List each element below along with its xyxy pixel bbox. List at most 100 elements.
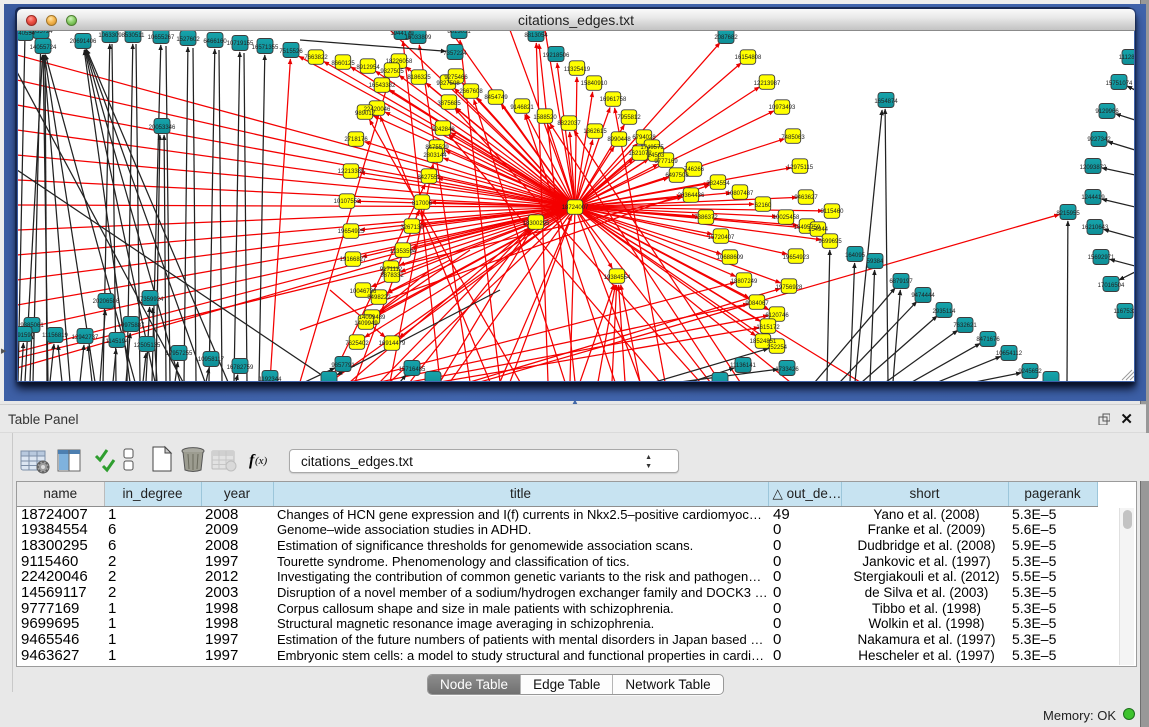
- svg-text:8471676: 8471676: [976, 337, 1000, 343]
- svg-text:9242848: 9242848: [431, 127, 455, 133]
- svg-text:11156819: 11156819: [42, 333, 68, 339]
- svg-text:59384: 59384: [867, 259, 884, 265]
- svg-text:7955812: 7955812: [617, 115, 641, 121]
- svg-text:20206586: 20206586: [93, 299, 120, 305]
- svg-text:9129966: 9129966: [1095, 109, 1119, 115]
- svg-text:(x): (x): [255, 455, 268, 467]
- svg-text:8186325: 8186325: [407, 75, 431, 81]
- svg-text:9275466: 9275466: [444, 75, 468, 81]
- svg-text:2087682: 2087682: [714, 35, 738, 41]
- svg-text:7625402: 7625402: [345, 341, 369, 347]
- svg-text:2055724: 2055724: [29, 31, 53, 35]
- svg-text:2718176: 2718176: [344, 137, 368, 143]
- svg-text:1409949: 1409949: [354, 321, 378, 327]
- svg-text:16782759: 16782759: [227, 365, 254, 371]
- svg-text:8475529: 8475529: [425, 145, 449, 151]
- svg-text:14055724: 14055724: [30, 45, 57, 51]
- svg-text:1192344: 1192344: [259, 377, 283, 381]
- svg-text:11353594: 11353594: [390, 249, 417, 255]
- svg-text:15840910: 15840910: [581, 81, 608, 87]
- svg-text:6120746: 6120746: [765, 313, 789, 319]
- svg-text:6794028: 6794028: [632, 135, 656, 141]
- svg-text:7386372: 7386372: [694, 215, 718, 221]
- svg-text:3875685: 3875685: [437, 101, 461, 107]
- svg-text:9385061: 9385061: [20, 323, 44, 329]
- svg-text:19654923: 19654923: [783, 255, 810, 261]
- svg-text:19218506: 19218506: [543, 53, 570, 59]
- svg-text:7632621: 7632621: [953, 323, 977, 329]
- svg-text:164095: 164095: [845, 253, 866, 259]
- svg-text:15720407: 15720407: [708, 235, 735, 241]
- svg-text:19166827: 19166827: [340, 257, 367, 263]
- svg-text:9857791: 9857791: [331, 363, 355, 369]
- svg-text:12213987: 12213987: [754, 81, 781, 87]
- svg-text:16543382: 16543382: [369, 83, 396, 89]
- svg-text:16961758: 16961758: [600, 97, 627, 103]
- svg-text:18226058: 18226058: [386, 59, 413, 65]
- svg-text:15751074: 15751074: [1106, 81, 1133, 87]
- svg-text:20691406: 20691406: [70, 39, 97, 45]
- svg-text:16210643: 16210643: [1082, 225, 1109, 231]
- svg-text:9463627: 9463627: [794, 195, 818, 201]
- svg-text:18807249: 18807249: [731, 279, 758, 285]
- svg-text:9498222: 9498222: [367, 295, 391, 301]
- svg-text:20053346: 20053346: [149, 125, 176, 131]
- svg-text:10975887: 10975887: [118, 323, 145, 329]
- svg-text:9474444: 9474444: [911, 293, 935, 299]
- svg-text:16571355: 16571355: [252, 45, 279, 51]
- svg-text:1615172: 1615172: [756, 325, 780, 331]
- svg-text:15716485: 15716485: [399, 367, 426, 373]
- svg-text:8878332: 8878332: [380, 273, 404, 279]
- svg-text:10655267: 10655267: [148, 35, 175, 41]
- svg-text:9146821: 9146821: [510, 105, 534, 111]
- svg-text:10973493: 10973493: [769, 105, 796, 111]
- svg-text:10688609: 10688609: [717, 255, 744, 261]
- svg-text:10107552: 10107552: [334, 199, 361, 205]
- svg-text:7485063: 7485063: [781, 135, 805, 141]
- svg-text:62160: 62160: [755, 203, 772, 209]
- svg-text:8215955: 8215955: [1056, 211, 1080, 217]
- svg-text:1063309: 1063309: [98, 33, 122, 39]
- svg-text:2803144: 2803144: [423, 153, 447, 159]
- svg-text:3267130: 3267130: [400, 225, 424, 231]
- svg-text:1733426: 1733426: [775, 367, 799, 373]
- svg-text:9699695: 9699695: [818, 239, 842, 245]
- svg-text:12093872: 12093872: [1080, 165, 1107, 171]
- svg-text:9227342: 9227342: [1087, 137, 1111, 143]
- svg-text:12942737: 12942737: [72, 335, 99, 341]
- svg-text:8454749: 8454749: [484, 95, 508, 101]
- svg-text:18724007: 18724007: [562, 205, 589, 211]
- svg-text:154944: 154944: [808, 227, 829, 233]
- svg-text:8660125: 8660125: [331, 61, 355, 67]
- svg-text:7663822: 7663822: [304, 55, 328, 61]
- svg-text:19654925: 19654925: [338, 229, 365, 235]
- svg-text:16914479: 16914479: [379, 341, 406, 347]
- svg-text:17359924: 17359924: [137, 297, 164, 303]
- svg-text:989012: 989012: [355, 111, 376, 117]
- svg-text:12975115: 12975115: [787, 165, 814, 171]
- svg-text:1588520: 1588520: [533, 115, 557, 121]
- svg-text:1167533: 1167533: [1114, 309, 1134, 315]
- svg-text:11136141: 11136141: [730, 363, 756, 369]
- svg-text:9327508: 9327508: [436, 81, 460, 87]
- svg-text:8427552: 8427552: [417, 175, 441, 181]
- svg-text:3824554: 3824554: [706, 181, 730, 187]
- svg-text:12213389: 12213389: [338, 169, 365, 175]
- svg-text:16033809: 16033809: [405, 35, 432, 41]
- svg-text:1527602: 1527602: [176, 37, 200, 43]
- svg-text:9327505: 9327505: [380, 69, 404, 75]
- svg-text:20364436: 20364436: [678, 193, 705, 199]
- svg-text:8990448: 8990448: [607, 137, 631, 143]
- svg-text:8813051: 8813051: [447, 31, 471, 35]
- svg-text:391590: 391590: [18, 333, 35, 339]
- svg-text:252254: 252254: [767, 345, 788, 351]
- svg-text:8813054: 8813054: [524, 33, 548, 39]
- svg-text:746266: 746266: [684, 167, 705, 173]
- svg-text:1145194: 1145194: [106, 339, 130, 345]
- svg-text:9245652: 9245652: [1018, 369, 1042, 375]
- svg-text:1244419: 1244419: [1081, 195, 1105, 201]
- svg-text:6497508: 6497508: [665, 173, 689, 179]
- svg-text:9084067: 9084067: [745, 301, 769, 307]
- svg-text:8822037: 8822037: [557, 121, 581, 127]
- svg-text:8530511: 8530511: [122, 33, 146, 39]
